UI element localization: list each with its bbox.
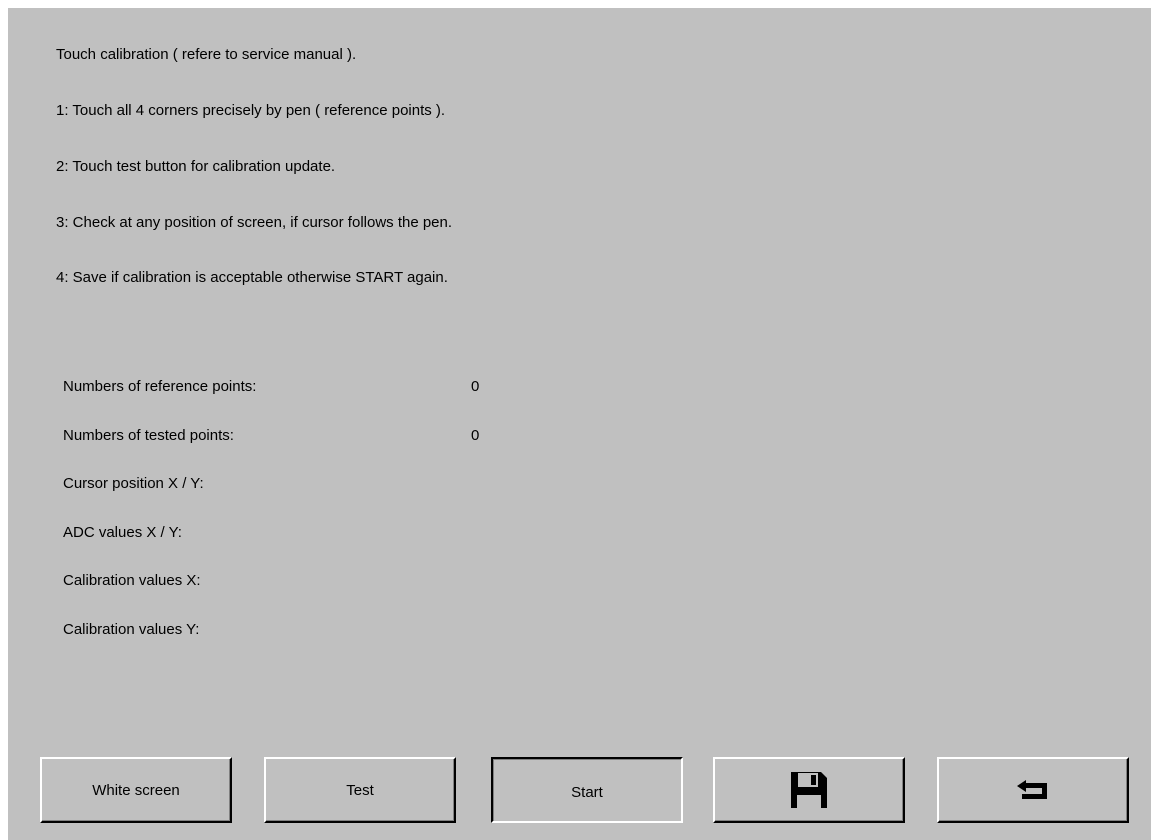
- calibration-y-label: Calibration values Y:: [63, 621, 200, 638]
- start-label: Start: [571, 783, 603, 801]
- adc-values-label: ADC values X / Y:: [63, 524, 182, 541]
- tested-points-value: 0: [471, 427, 480, 444]
- return-arrow-icon: [1016, 779, 1050, 801]
- calibration-x-label: Calibration values X:: [63, 572, 201, 589]
- reference-points-label: Numbers of reference points:: [63, 378, 257, 395]
- instruction-step-4: 4: Save if calibration is acceptable oth…: [56, 269, 448, 286]
- save-button[interactable]: [713, 757, 905, 823]
- cursor-position-label: Cursor position X / Y:: [63, 475, 204, 492]
- white-screen-button[interactable]: White screen: [40, 757, 232, 823]
- instruction-step-1: 1: Touch all 4 corners precisely by pen …: [56, 102, 446, 119]
- calibration-panel: [8, 8, 1151, 840]
- instruction-step-3: 3: Check at any position of screen, if c…: [56, 214, 453, 231]
- instructions-title: Touch calibration ( refere to service ma…: [56, 46, 357, 63]
- instruction-step-2: 2: Touch test button for calibration upd…: [56, 158, 336, 175]
- white-screen-label: White screen: [92, 781, 180, 799]
- test-label: Test: [346, 781, 374, 799]
- reference-points-value: 0: [471, 378, 480, 395]
- floppy-disk-icon: [789, 770, 829, 810]
- test-button[interactable]: Test: [264, 757, 456, 823]
- tested-points-label: Numbers of tested points:: [63, 427, 234, 444]
- back-button[interactable]: [937, 757, 1129, 823]
- start-button[interactable]: Start: [491, 757, 683, 823]
